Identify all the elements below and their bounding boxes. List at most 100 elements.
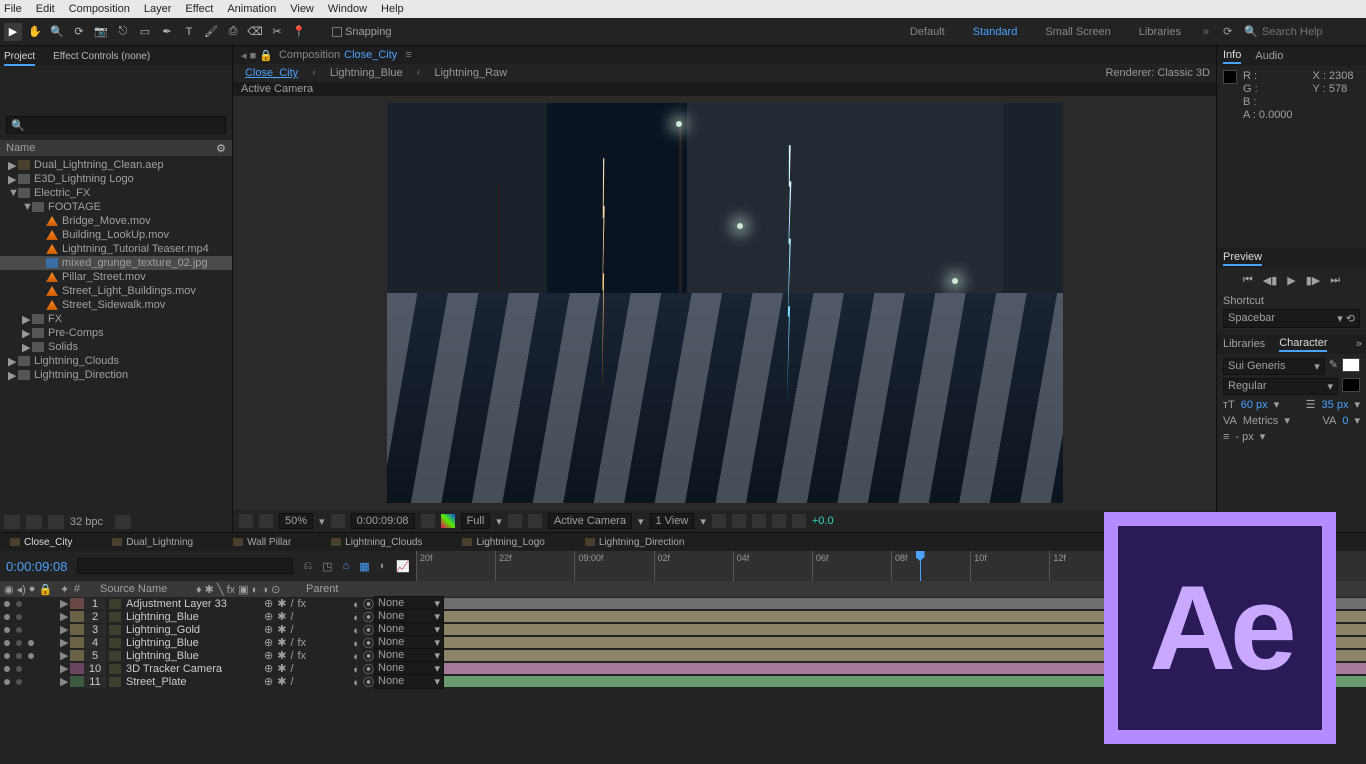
project-item[interactable]: ▶Dual_Lightning_Clean.aep (0, 158, 232, 172)
stamp-tool[interactable]: ⎙ (224, 23, 242, 41)
grid-toggle-icon[interactable] (259, 514, 273, 528)
project-item[interactable]: Building_LookUp.mov (0, 228, 232, 242)
tab-project[interactable]: Project (4, 49, 35, 66)
project-item[interactable]: Street_Light_Buildings.mov (0, 284, 232, 298)
project-search[interactable]: 🔍 (6, 116, 226, 134)
project-item[interactable]: ▶Pre-Comps (0, 326, 232, 340)
menu-effect[interactable]: Effect (185, 3, 213, 15)
resolution-icon[interactable] (331, 514, 345, 528)
preview-first-button[interactable]: ⏮ (1243, 274, 1253, 287)
project-item[interactable]: Bridge_Move.mov (0, 214, 232, 228)
project-item[interactable]: ▶FX (0, 312, 232, 326)
tab-libraries[interactable]: Libraries (1223, 338, 1265, 350)
stroke-swatch[interactable] (1342, 378, 1360, 392)
workspace-libraries[interactable]: Libraries (1139, 26, 1181, 38)
zoom-dropdown[interactable]: 50% (279, 513, 313, 529)
eyedropper-icon[interactable]: ✎ (1329, 358, 1338, 378)
pan-behind-tool[interactable]: ⎋ (114, 23, 132, 41)
parent-dropdown[interactable]: None▾ (374, 674, 444, 689)
timeline-timecode[interactable]: 0:00:09:08 (6, 559, 67, 574)
zoom-tool[interactable]: 🔍 (48, 23, 66, 41)
timeline-search[interactable] (77, 558, 293, 574)
new-folder-button[interactable] (26, 515, 42, 529)
pen-tool[interactable]: ✒ (158, 23, 176, 41)
timeline-tab[interactable]: Lightning_Clouds (331, 537, 422, 548)
project-item[interactable]: Lightning_Tutorial Teaser.mp4 (0, 242, 232, 256)
pixel-aspect-icon[interactable] (712, 514, 726, 528)
menu-help[interactable]: Help (381, 3, 404, 15)
sync-icon[interactable]: ⟳ (1223, 25, 1232, 38)
project-item[interactable]: ▶Lightning_Direction (0, 368, 232, 382)
comp-mini-flowchart-icon[interactable]: ⎌ (303, 560, 312, 573)
project-item[interactable]: ▶E3D_Lightning Logo (0, 172, 232, 186)
renderer-dropdown[interactable]: Classic 3D (1157, 67, 1210, 79)
font-size-field[interactable]: 60 px (1241, 399, 1268, 411)
snapshot-icon[interactable] (421, 514, 435, 528)
transparency-icon[interactable] (528, 514, 542, 528)
crumb-lightning-blue[interactable]: Lightning_Blue (330, 67, 403, 79)
fast-preview-icon[interactable] (732, 514, 746, 528)
select-tool[interactable]: ▶ (4, 23, 22, 41)
timeline-tab[interactable]: Lightning_Direction (585, 537, 685, 548)
crumb-close-city[interactable]: Close_City (245, 67, 298, 79)
tab-info[interactable]: Info (1223, 49, 1241, 64)
project-item[interactable]: ▶Lightning_Clouds (0, 354, 232, 368)
timeline-tab[interactable]: Wall Pillar (233, 537, 291, 548)
bpc-toggle[interactable]: 32 bpc (70, 516, 103, 528)
eraser-tool[interactable]: ⌫ (246, 23, 264, 41)
camera-dropdown[interactable]: Active Camera (548, 513, 632, 529)
delete-button[interactable] (115, 515, 131, 529)
menu-edit[interactable]: Edit (36, 3, 55, 15)
workspace-default[interactable]: Default (910, 26, 945, 38)
type-tool[interactable]: T (180, 23, 198, 41)
preview-prev-button[interactable]: ◀▮ (1263, 274, 1278, 287)
interpret-footage-button[interactable] (4, 515, 20, 529)
views-dropdown[interactable]: 1 View (650, 513, 695, 529)
timeline-tab[interactable]: Close_City (10, 537, 72, 548)
roi-icon[interactable] (508, 514, 522, 528)
new-comp-button[interactable] (48, 515, 64, 529)
motionblur-icon[interactable]: ◐ (380, 560, 387, 572)
fill-swatch[interactable] (1342, 358, 1360, 372)
menu-view[interactable]: View (290, 3, 314, 15)
tracking-field[interactable]: 0 (1342, 415, 1348, 427)
font-dropdown[interactable]: Sui Generis▾ (1223, 358, 1325, 375)
timeline-tab[interactable]: Lightning_Logo (462, 537, 544, 548)
snapping-checkbox[interactable] (332, 27, 342, 37)
flowchart-view-icon[interactable] (772, 514, 786, 528)
menu-window[interactable]: Window (328, 3, 367, 15)
project-item[interactable]: Street_Sidewalk.mov (0, 298, 232, 312)
rotate-tool[interactable]: ⟳ (70, 23, 88, 41)
tab-effect-controls[interactable]: Effect Controls (none) (53, 49, 150, 66)
menu-layer[interactable]: Layer (144, 3, 172, 15)
project-item[interactable]: Pillar_Street.mov (0, 270, 232, 284)
flowchart-icon[interactable]: ⚙ (216, 142, 226, 155)
project-item[interactable]: mixed_grunge_texture_02.jpg (0, 256, 232, 270)
menu-animation[interactable]: Animation (227, 3, 276, 15)
roto-tool[interactable]: ✂ (268, 23, 286, 41)
stroke-width-field[interactable]: - px (1235, 431, 1253, 443)
search-help-input[interactable] (1262, 26, 1362, 38)
shortcut-dropdown[interactable]: Spacebar▾ ⟲ (1223, 309, 1360, 328)
draft3d-icon[interactable]: ◳ (322, 560, 332, 573)
composition-viewer[interactable] (233, 96, 1216, 510)
menu-composition[interactable]: Composition (69, 3, 130, 15)
hand-tool[interactable]: ✋ (26, 23, 44, 41)
project-item[interactable]: ▼Electric_FX (0, 186, 232, 200)
reset-exposure-icon[interactable] (792, 514, 806, 528)
font-style-dropdown[interactable]: Regular▾ (1223, 378, 1338, 395)
workspace-standard[interactable]: Standard (973, 26, 1018, 38)
preview-play-button[interactable]: ▶ (1287, 274, 1295, 287)
timeline-icon[interactable] (752, 514, 766, 528)
preview-next-button[interactable]: ▮▶ (1306, 274, 1321, 287)
camera-tool[interactable]: 📷 (92, 23, 110, 41)
tab-preview[interactable]: Preview (1223, 251, 1262, 266)
crumb-lightning-raw[interactable]: Lightning_Raw (434, 67, 507, 79)
menu-file[interactable]: File (4, 3, 22, 15)
project-item[interactable]: ▼FOOTAGE (0, 200, 232, 214)
resolution-dropdown[interactable]: Full (461, 513, 491, 529)
rect-tool[interactable]: ▭ (136, 23, 154, 41)
workspace-small[interactable]: Small Screen (1045, 26, 1110, 38)
preview-last-button[interactable]: ⏭ (1330, 274, 1340, 287)
playhead[interactable] (920, 551, 921, 581)
